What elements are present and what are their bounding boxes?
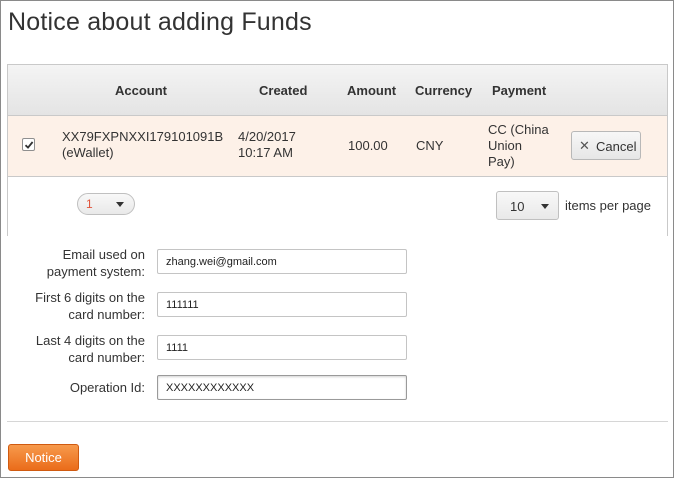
first-digits-field[interactable] — [157, 292, 407, 317]
account-type: (eWallet) — [62, 145, 114, 160]
column-header-amount[interactable]: Amount — [347, 83, 396, 98]
page-size-value: 10 — [510, 199, 525, 214]
row-checkbox[interactable] — [22, 138, 35, 151]
email-field[interactable] — [157, 249, 407, 274]
chevron-down-icon — [116, 202, 124, 207]
label-line: card number: — [68, 350, 145, 365]
created-time: 10:17 AM — [238, 145, 293, 160]
column-header-currency[interactable]: Currency — [415, 83, 472, 98]
cancel-button[interactable]: ✕ Cancel — [571, 131, 641, 160]
last-digits-label: Last 4 digits on the card number: — [36, 332, 145, 366]
cancel-button-label: Cancel — [596, 139, 637, 154]
page-size-dropdown[interactable]: 10 — [496, 191, 559, 220]
email-label: Email used on payment system: — [47, 246, 145, 280]
payment-cell: CC (China Union Pay) — [488, 122, 549, 170]
column-header-payment[interactable]: Payment — [492, 83, 546, 98]
page-number-dropdown[interactable]: 1 — [77, 193, 135, 215]
currency-cell: CNY — [416, 138, 444, 153]
label-line: payment system: — [46, 264, 145, 279]
label-line: First 6 digits on the — [35, 290, 145, 305]
column-header-created[interactable]: Created — [259, 83, 307, 98]
label-line: Email used on — [62, 247, 145, 262]
payment-line: CC (China — [488, 122, 549, 137]
payment-line: Union — [488, 138, 522, 153]
table-row[interactable]: XX79FXPNXXI179101091B (eWallet) 4/20/201… — [8, 116, 667, 177]
dialog: Notice about adding Funds Account Create… — [0, 0, 674, 478]
account-number: XX79FXPNXXI179101091B — [62, 129, 224, 144]
funds-grid: Account Created Amount Currency Payment … — [7, 64, 668, 236]
checkmark-icon — [24, 141, 34, 149]
payment-line: Pay) — [488, 154, 515, 169]
divider — [7, 421, 668, 422]
label-line: Last 4 digits on the — [35, 333, 145, 348]
current-page: 1 — [86, 197, 93, 211]
operation-id-label: Operation Id: — [69, 380, 145, 395]
amount-cell: 100.00 — [348, 138, 388, 153]
account-cell: XX79FXPNXXI179101091B (eWallet) — [62, 129, 223, 161]
chevron-down-icon — [541, 204, 549, 209]
operation-id-field[interactable] — [157, 375, 407, 400]
label-line: card number: — [68, 307, 145, 322]
close-icon: ✕ — [579, 138, 590, 153]
page-size-label: items per page — [565, 198, 651, 213]
page-title: Notice about adding Funds — [8, 8, 312, 36]
grid-pager: 1 10 items per page — [8, 177, 667, 236]
created-date: 4/20/2017 — [238, 129, 296, 144]
notice-button[interactable]: Notice — [8, 444, 79, 471]
created-cell: 4/20/2017 10:17 AM — [238, 129, 296, 161]
grid-header: Account Created Amount Currency Payment — [8, 65, 667, 116]
first-digits-label: First 6 digits on the card number: — [35, 289, 145, 323]
last-digits-field[interactable] — [157, 335, 407, 360]
column-header-account[interactable]: Account — [115, 83, 167, 98]
